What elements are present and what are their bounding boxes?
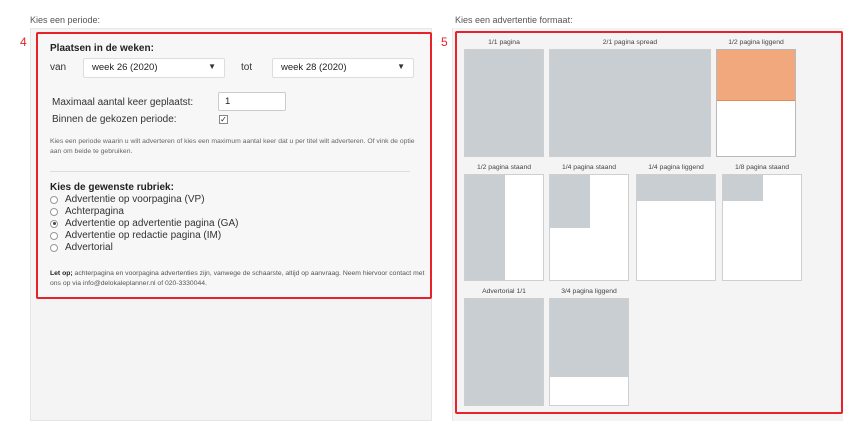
rubriek-label: Advertentie op advertentie pagina (GA): [65, 218, 239, 229]
to-week-value: week 28 (2020): [281, 62, 347, 73]
periode-form: Plaatsen in de weken: van week 26 (2020)…: [36, 32, 432, 299]
radio-icon[interactable]: [50, 207, 58, 216]
format-ad-area: [723, 175, 763, 201]
rubriek-label: Achterpagina: [65, 206, 124, 217]
note-bold: Let op;: [50, 270, 73, 277]
format-ad-area: [550, 175, 590, 228]
rubriek-option-achterpagina[interactable]: Achterpagina: [50, 206, 124, 217]
within-label: Binnen de gekozen periode:: [52, 114, 177, 125]
periode-heading: Kies een periode:: [30, 15, 101, 25]
format-ad-area: [465, 175, 505, 280]
format-ad-area: [465, 299, 543, 405]
format-1-8-staand[interactable]: 1/8 pagina staand: [722, 164, 802, 284]
rubriek-label: Advertentie op redactie pagina (IM): [65, 230, 222, 241]
format-label: 2/1 pagina spread: [602, 39, 658, 46]
format-ad-area: [550, 50, 710, 156]
format-3-4-liggend[interactable]: 3/4 pagina liggend: [549, 288, 629, 408]
format-preview[interactable]: [722, 174, 802, 281]
format-preview[interactable]: [549, 298, 629, 406]
format-preview[interactable]: [464, 49, 544, 157]
from-week-value: week 26 (2020): [92, 62, 158, 73]
format-ad-area: [465, 50, 543, 156]
rubriek-title: Kies de gewenste rubriek:: [50, 182, 174, 193]
rubriek-option-vp[interactable]: Advertentie op voorpagina (VP): [50, 194, 205, 205]
format-preview[interactable]: [549, 174, 629, 281]
format-1-2-staand[interactable]: 1/2 pagina staand: [464, 164, 544, 284]
note-text: achterpagina en voorpagina advertenties …: [50, 270, 425, 287]
format-label: 1/1 pagina: [488, 39, 520, 46]
radio-selected-icon[interactable]: [50, 219, 58, 228]
format-preview[interactable]: [464, 298, 544, 406]
rubriek-option-im[interactable]: Advertentie op redactie pagina (IM): [50, 230, 221, 241]
within-checkbox[interactable]: ✓: [219, 115, 228, 124]
rubriek-label: Advertorial: [65, 242, 113, 253]
note: Let op; achterpagina en voorpagina adver…: [50, 269, 425, 289]
chevron-down-icon: ▼: [397, 62, 405, 71]
to-week-select[interactable]: week 28 (2020) ▼: [272, 58, 414, 78]
from-label: van: [50, 62, 67, 73]
weeks-title: Plaatsen in de weken:: [50, 43, 154, 54]
format-label: 1/2 pagina liggend: [728, 39, 784, 46]
format-preview[interactable]: [716, 49, 796, 157]
marker-4: 4: [20, 35, 27, 49]
format-ad-area: [550, 299, 628, 377]
marker-5: 5: [441, 35, 448, 49]
rubriek-option-ga[interactable]: Advertentie op advertentie pagina (GA): [50, 218, 238, 229]
format-preview[interactable]: [549, 49, 711, 157]
rubriek-option-advertorial[interactable]: Advertorial: [50, 242, 113, 253]
from-week-select[interactable]: week 26 (2020) ▼: [83, 58, 225, 78]
formaat-grid: 1/1 pagina 2/1 pagina spread 1/2 pagina …: [455, 31, 843, 414]
radio-icon[interactable]: [50, 243, 58, 252]
format-2-1-spread[interactable]: 2/1 pagina spread: [549, 39, 711, 159]
format-ad-area-selected: [717, 50, 795, 101]
max-label: Maximaal aantal keer geplaatst:: [52, 97, 194, 108]
format-1-4-staand[interactable]: 1/4 pagina staand: [549, 164, 629, 284]
format-preview[interactable]: [636, 174, 716, 281]
format-1-2-liggend[interactable]: 1/2 pagina liggend: [716, 39, 796, 159]
format-preview[interactable]: [464, 174, 544, 281]
format-label: 1/4 pagina liggend: [648, 164, 704, 171]
format-label: 1/8 pagina staand: [734, 164, 790, 171]
to-label: tot: [241, 62, 253, 73]
help-text: Kies een periode waarin u wilt advertere…: [50, 138, 415, 155]
format-label: 3/4 pagina liggend: [561, 288, 617, 295]
format-advertorial-1-1[interactable]: Advertorial 1/1: [464, 288, 544, 408]
radio-icon[interactable]: [50, 195, 58, 204]
format-1-4-liggend[interactable]: 1/4 pagina liggend: [636, 164, 716, 284]
radio-icon[interactable]: [50, 231, 58, 240]
divider: [50, 171, 410, 172]
format-ad-area: [637, 175, 715, 201]
rubriek-label: Advertentie op voorpagina (VP): [65, 194, 205, 205]
formaat-heading: Kies een advertentie formaat:: [455, 15, 573, 25]
format-label: Advertorial 1/1: [482, 288, 526, 295]
chevron-down-icon: ▼: [208, 62, 216, 71]
format-label: 1/4 pagina staand: [561, 164, 617, 171]
format-label: 1/2 pagina staand: [476, 164, 532, 171]
max-count-input[interactable]: 1: [218, 92, 286, 111]
format-1-1-pagina[interactable]: 1/1 pagina: [464, 39, 544, 159]
